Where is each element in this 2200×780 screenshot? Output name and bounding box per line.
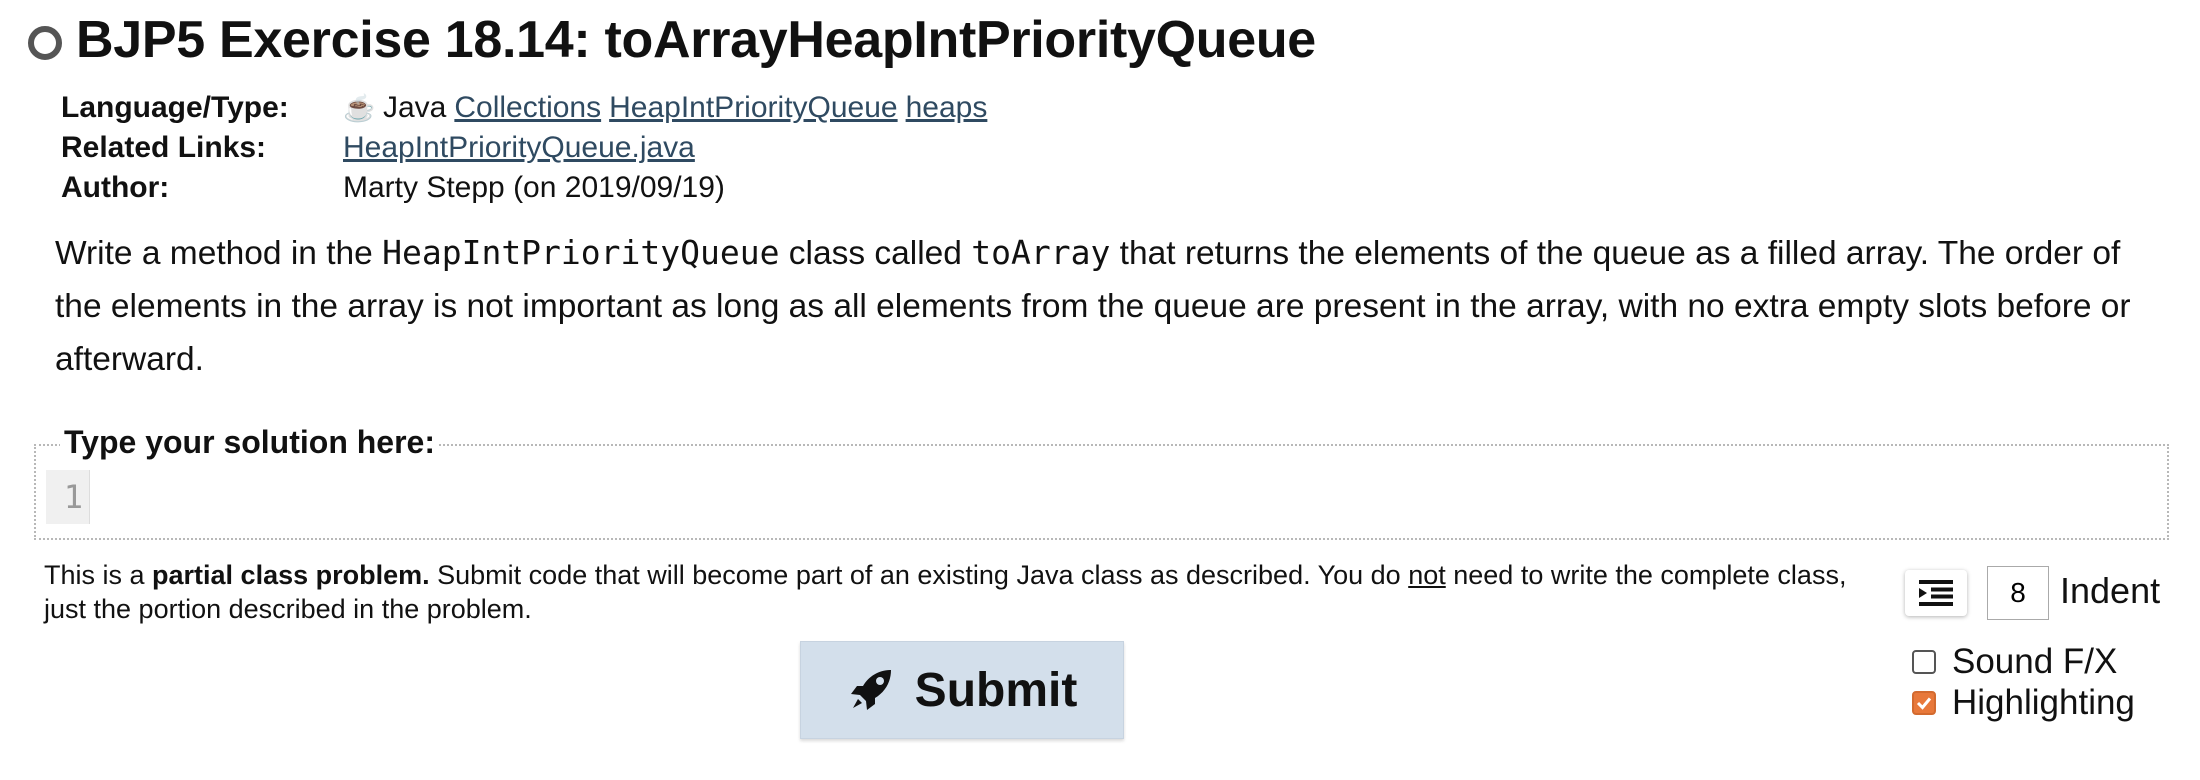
meta-row-author: Author: Marty Stepp (on 2019/09/19)	[61, 168, 987, 208]
meta-row-language: Language/Type: ☕ Java Collections HeapIntPr…	[61, 88, 987, 128]
indent-label: Indent	[2060, 570, 2161, 611]
highlighting-label: Highlighting	[1952, 683, 2135, 722]
submit-button[interactable]: Submit	[800, 641, 1124, 739]
author-value: Marty Stepp (on 2019/09/19)	[343, 171, 725, 204]
title-row: BJP5 Exercise 18.14: toArrayHeapIntPrior…	[28, 10, 1316, 70]
line-number-gutter: 1	[46, 470, 90, 524]
problem-description: Write a method in the HeapIntPriorityQue…	[55, 226, 2165, 386]
solution-editor: Type your solution here: 1	[34, 424, 2169, 540]
status-circle-icon	[28, 26, 62, 60]
description-text-2: class called	[779, 235, 972, 272]
indent-icon	[1919, 580, 1953, 606]
rocket-icon	[850, 670, 891, 710]
language-value: ☕ Java Collections HeapIntPriorityQueue heap…	[343, 88, 987, 128]
sound-fx-option: Sound F/X	[1912, 642, 2117, 682]
tag-link-heapintpriorityqueue[interactable]: HeapIntPriorityQueue	[609, 91, 898, 124]
highlighting-option: Highlighting	[1912, 683, 2135, 723]
author-label: Author:	[61, 171, 170, 204]
editor-legend: Type your solution here:	[60, 424, 439, 461]
language-label: Language/Type:	[61, 91, 289, 124]
description-code-class: HeapIntPriorityQueue	[382, 233, 780, 272]
partial-class-note: This is a partial class problem. Submit …	[44, 558, 1874, 626]
related-link[interactable]: HeapIntPriorityQueue.java	[343, 131, 695, 164]
meta-row-related: Related Links: HeapIntPriorityQueue.java	[61, 128, 987, 168]
related-label: Related Links:	[61, 131, 267, 164]
code-input-area[interactable]	[96, 466, 2157, 526]
sound-fx-checkbox[interactable]	[1912, 650, 1936, 674]
note-middle: Submit code that will become part of an …	[429, 560, 1409, 590]
indent-size-input[interactable]	[1987, 566, 2049, 620]
page-title: BJP5 Exercise 18.14: toArrayHeapIntPrior…	[76, 11, 1316, 69]
note-bold: partial class problem.	[152, 560, 430, 590]
highlighting-checkbox[interactable]	[1912, 691, 1936, 715]
submit-label: Submit	[914, 663, 1078, 717]
tag-link-collections[interactable]: Collections	[454, 91, 601, 124]
problem-meta: Language/Type: ☕ Java Collections HeapIntPr…	[61, 88, 987, 208]
tag-link-heaps[interactable]: heaps	[906, 91, 988, 124]
java-icon: ☕	[343, 93, 376, 123]
note-underlined: not	[1408, 560, 1446, 590]
note-prefix: This is a	[44, 560, 153, 590]
checkmark-icon	[1916, 697, 1932, 710]
indent-button[interactable]	[1905, 570, 1967, 616]
sound-fx-label: Sound F/X	[1952, 642, 2118, 681]
description-code-method: toArray	[971, 233, 1111, 272]
description-text-1: Write a method in the	[55, 235, 383, 272]
language-name: Java	[383, 91, 447, 124]
